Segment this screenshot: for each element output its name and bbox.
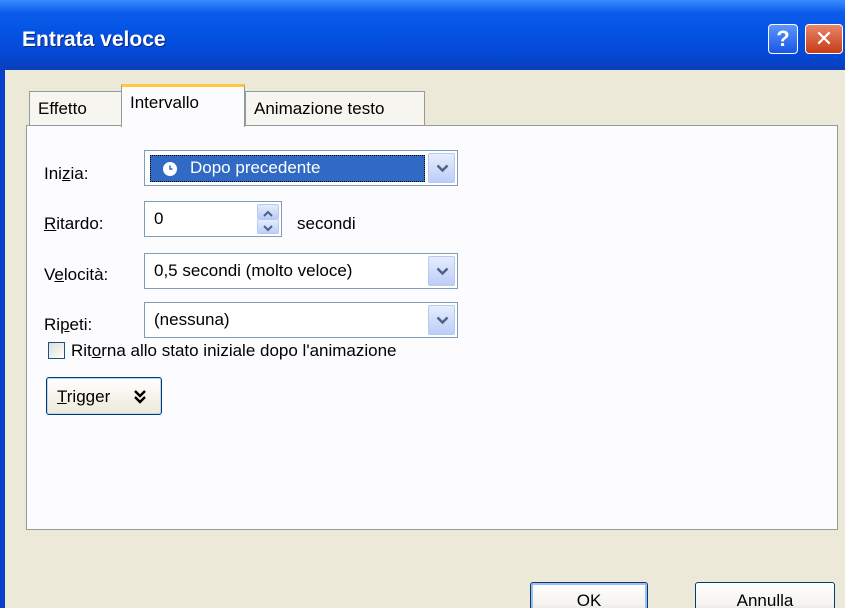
clock-icon bbox=[163, 162, 177, 176]
ok-button[interactable]: OK bbox=[530, 582, 648, 608]
ritardo-value: 0 bbox=[154, 209, 164, 228]
velocita-label: Velocità: bbox=[44, 265, 109, 284]
ritorna-label[interactable]: Ritorna allo stato iniziale dopo l'anima… bbox=[71, 341, 397, 361]
tab-intervallo[interactable]: Intervallo bbox=[121, 84, 245, 127]
ritorna-checkbox[interactable] bbox=[48, 342, 65, 359]
spin-down-button[interactable] bbox=[257, 219, 279, 234]
trigger-label: Trigger bbox=[57, 387, 111, 406]
inizia-select[interactable]: Dopo precedente bbox=[144, 150, 458, 186]
double-chevron-down-icon bbox=[134, 390, 146, 404]
ripeti-value: (nessuna) bbox=[154, 310, 230, 329]
dialog-client-area: Effetto Intervallo Animazione testo Iniz… bbox=[5, 70, 845, 608]
ripeti-select[interactable]: (nessuna) bbox=[144, 302, 458, 338]
velocita-value: 0,5 secondi (molto veloce) bbox=[154, 261, 353, 280]
dialog-title: Entrata veloce bbox=[22, 28, 166, 51]
close-button[interactable]: ✕ bbox=[805, 24, 843, 54]
selection-highlight: Dopo precedente bbox=[150, 155, 425, 182]
chevron-down-icon bbox=[436, 267, 449, 276]
title-bar[interactable]: Entrata veloce ? ✕ bbox=[0, 0, 845, 70]
chevron-down-icon bbox=[436, 316, 449, 325]
ritardo-label: Ritardo: bbox=[44, 214, 104, 233]
ripeti-dropdown-button[interactable] bbox=[428, 305, 455, 335]
inizia-dropdown-button[interactable] bbox=[428, 153, 455, 183]
tab-effetto[interactable]: Effetto bbox=[29, 91, 122, 126]
ritardo-spinner[interactable]: 0 bbox=[144, 201, 282, 237]
tab-panel-intervallo: Inizia: Dopo precedente Ritardo: 0 secon… bbox=[26, 125, 838, 530]
velocita-dropdown-button[interactable] bbox=[428, 256, 455, 286]
spin-up-button[interactable] bbox=[257, 204, 279, 219]
help-button[interactable]: ? bbox=[768, 24, 798, 54]
cancel-button[interactable]: Annulla bbox=[695, 582, 835, 608]
dialog-window: Entrata veloce ? ✕ Effetto Intervallo An… bbox=[0, 0, 845, 608]
ritardo-spin-buttons bbox=[257, 204, 279, 234]
ritardo-unit: secondi bbox=[297, 214, 356, 233]
ripeti-label: Ripeti: bbox=[44, 315, 93, 334]
tab-animazione-testo[interactable]: Animazione testo bbox=[245, 91, 425, 126]
chevron-down-icon bbox=[263, 225, 273, 232]
velocita-select[interactable]: 0,5 secondi (molto veloce) bbox=[144, 253, 458, 289]
chevron-down-icon bbox=[436, 164, 449, 173]
inizia-label: Inizia: bbox=[44, 164, 89, 183]
inizia-value: Dopo precedente bbox=[190, 158, 321, 177]
trigger-button[interactable]: Trigger bbox=[46, 377, 162, 415]
